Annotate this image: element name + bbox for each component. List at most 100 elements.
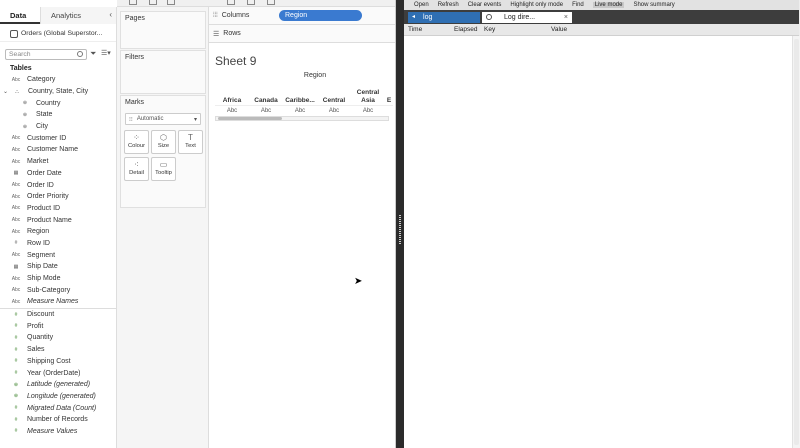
region-column[interactable]: Africa Abc xyxy=(215,87,249,115)
field-item[interactable]: ⊕ Country xyxy=(0,97,116,109)
datasource-item[interactable]: Orders (Global Superstor... xyxy=(0,26,116,42)
filter-icon[interactable]: ⏷ xyxy=(90,50,98,58)
measure-item[interactable]: # Quantity xyxy=(0,332,116,344)
region-cell[interactable]: Abc xyxy=(317,105,351,115)
region-column[interactable]: Central Abc xyxy=(317,87,351,115)
region-column-header[interactable]: E xyxy=(385,87,393,105)
measure-item[interactable]: # Shipping Cost xyxy=(0,356,116,368)
measure-item[interactable]: # Discount xyxy=(0,309,116,321)
log-scrollbar[interactable] xyxy=(792,36,800,448)
header-key[interactable]: Key xyxy=(484,26,495,33)
region-column[interactable]: Central Asia Abc xyxy=(351,87,385,115)
region-cell[interactable] xyxy=(385,105,393,115)
measure-item[interactable]: ⊕ Longitude (generated) xyxy=(0,391,116,403)
log-menu-item[interactable]: Live mode xyxy=(592,2,625,8)
mark-type-dropdown[interactable]: ⁝⁝ Automatic ▾ xyxy=(125,113,201,125)
log-menu-item[interactable]: Highlight only mode xyxy=(510,2,563,8)
close-icon[interactable]: × xyxy=(564,12,568,23)
log-directory-tab[interactable]: Log dire... × xyxy=(482,11,572,23)
field-item[interactable]: ▦ Ship Date xyxy=(0,261,116,273)
colour-label: Colour xyxy=(127,143,146,149)
log-menu-item[interactable]: Clear events xyxy=(468,2,502,8)
log-menu-item[interactable]: Refresh xyxy=(438,2,459,8)
region-cell[interactable]: Abc xyxy=(351,105,385,115)
chevron-down-icon[interactable]: ⌄ xyxy=(3,88,8,95)
toolbar-button[interactable] xyxy=(267,0,275,5)
view-options-icon[interactable]: ☰▾ xyxy=(101,50,111,58)
field-item[interactable]: Abc Segment xyxy=(0,249,116,261)
colour-button[interactable]: ⁘ Colour xyxy=(124,130,149,154)
drag-handle-icon[interactable] xyxy=(399,215,401,245)
field-item[interactable]: Abc Product Name xyxy=(0,214,116,226)
detail-button[interactable]: ⁖ Detail xyxy=(124,157,149,181)
size-button[interactable]: ⬡ Size xyxy=(151,130,176,154)
field-item[interactable]: Abc Customer ID xyxy=(0,132,116,144)
field-item[interactable]: ▦ Order Date xyxy=(0,168,116,180)
header-time[interactable]: Time xyxy=(408,26,422,33)
field-item[interactable]: ⌄ ⛬ Country, State, City xyxy=(0,86,116,98)
region-column[interactable]: E xyxy=(385,87,393,115)
field-item[interactable]: Abc Measure Names xyxy=(0,296,116,308)
tab-analytics[interactable]: Analytics ‹ xyxy=(40,7,116,24)
filters-card[interactable]: Filters xyxy=(120,50,206,94)
header-value[interactable]: Value xyxy=(551,26,567,33)
region-column-header[interactable]: Central Asia xyxy=(351,87,385,105)
log-menu-item[interactable]: Open xyxy=(414,2,429,8)
field-item[interactable]: ⊕ City xyxy=(0,121,116,133)
region-cell[interactable]: Abc xyxy=(283,105,317,115)
header-elapsed[interactable]: Elapsed xyxy=(454,26,478,33)
toolbar-button[interactable] xyxy=(247,0,255,5)
collapse-pane-icon[interactable]: ‹ xyxy=(109,10,112,19)
tab-data[interactable]: Data xyxy=(0,7,40,24)
region-column-header[interactable]: Africa xyxy=(215,87,249,105)
measure-item[interactable]: # Year (OrderDate) xyxy=(0,367,116,379)
search-input[interactable]: Search xyxy=(5,48,87,60)
text-button[interactable]: T Text xyxy=(178,130,203,154)
sheet-title[interactable]: Sheet 9 xyxy=(215,54,395,68)
region-column[interactable]: Caribbe... Abc xyxy=(283,87,317,115)
arrow-left-icon: ◂ xyxy=(412,13,416,20)
field-label: Order ID xyxy=(27,181,54,189)
field-item[interactable]: Abc Market xyxy=(0,156,116,168)
region-column-header[interactable]: Caribbe... xyxy=(283,87,317,105)
measure-item[interactable]: # Sales xyxy=(0,344,116,356)
toolbar-button[interactable] xyxy=(149,0,157,5)
measure-item[interactable]: # Measure Values xyxy=(0,426,116,438)
field-item[interactable]: Abc Category xyxy=(0,74,116,86)
log-menu-item[interactable]: Show summary xyxy=(633,2,674,8)
field-item[interactable]: Abc Customer Name xyxy=(0,144,116,156)
field-item[interactable]: Abc Product ID xyxy=(0,203,116,215)
pages-card[interactable]: Pages xyxy=(120,11,206,49)
split-divider[interactable] xyxy=(396,0,404,448)
toolbar-button[interactable] xyxy=(227,0,235,5)
field-item[interactable]: Abc Order ID xyxy=(0,179,116,191)
field-item[interactable]: Abc Sub-Category xyxy=(0,284,116,296)
log-scroll-thumb[interactable] xyxy=(794,39,799,445)
field-item[interactable]: Abc Order Priority xyxy=(0,191,116,203)
region-column-header[interactable]: Canada xyxy=(249,87,283,105)
rows-shelf[interactable]: ☰ Rows xyxy=(209,25,395,43)
region-pill[interactable]: Region xyxy=(279,10,362,21)
region-column[interactable]: Canada Abc xyxy=(249,87,283,115)
measure-label: Discount xyxy=(27,311,55,319)
log-tab[interactable]: ◂ log xyxy=(408,11,480,23)
measure-item[interactable]: # Migrated Data (Count) xyxy=(0,402,116,414)
measure-item[interactable]: # Profit xyxy=(0,320,116,332)
region-header[interactable]: Region xyxy=(215,72,393,84)
log-menu-item[interactable]: Find xyxy=(572,2,584,8)
field-item[interactable]: Abc Ship Mode xyxy=(0,273,116,285)
tooltip-button[interactable]: ▭ Tooltip xyxy=(151,157,176,181)
region-cell[interactable]: Abc xyxy=(249,105,283,115)
columns-shelf[interactable]: ⦙⦙⦙ Columns Region xyxy=(209,7,395,25)
field-item[interactable]: # Row ID xyxy=(0,238,116,250)
toolbar-button[interactable] xyxy=(167,0,175,5)
horizontal-scrollbar[interactable] xyxy=(215,116,389,121)
field-item[interactable]: Abc Region xyxy=(0,226,116,238)
measure-item[interactable]: ⊕ Latitude (generated) xyxy=(0,379,116,391)
scroll-thumb[interactable] xyxy=(218,117,282,120)
field-item[interactable]: ⊕ State xyxy=(0,109,116,121)
region-cell[interactable]: Abc xyxy=(215,105,249,115)
toolbar-button[interactable] xyxy=(129,0,137,5)
measure-item[interactable]: # Number of Records xyxy=(0,414,116,426)
region-column-header[interactable]: Central xyxy=(317,87,351,105)
